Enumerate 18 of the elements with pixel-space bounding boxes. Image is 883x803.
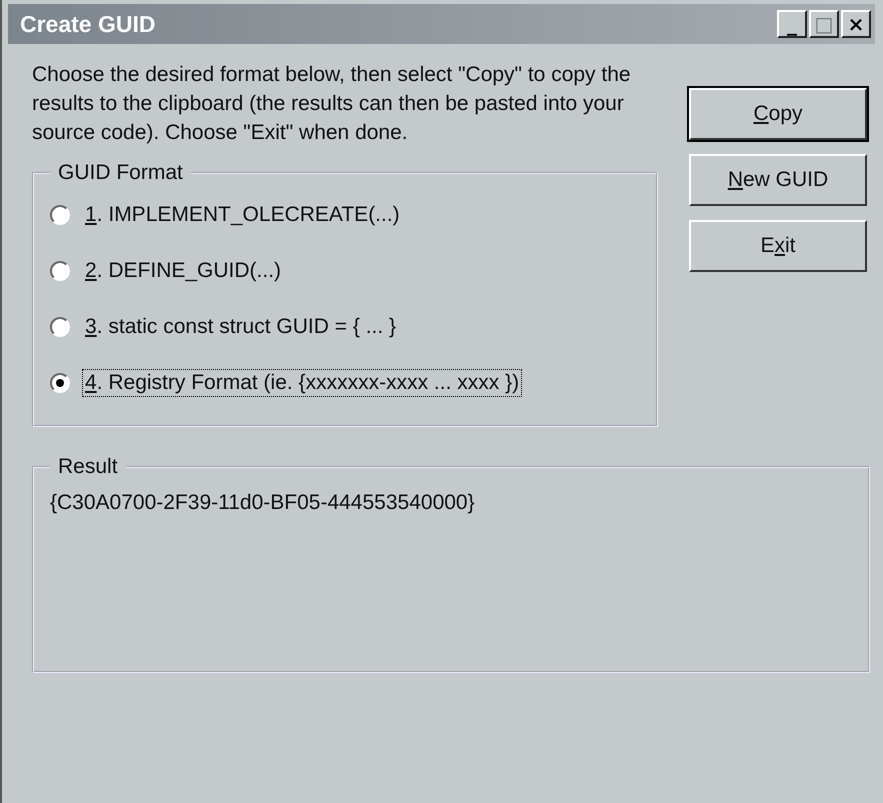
radio-button[interactable] <box>50 317 70 337</box>
group-title: Result <box>57 455 119 479</box>
group-title: GUID Format <box>57 161 184 185</box>
window-title: Create GUID <box>20 10 156 38</box>
option-label[interactable]: 4. Registry Format (ie. {xxxxxxx-xxxx ... xxxx }) <box>82 369 522 397</box>
dialog-button[interactable]: Copy <box>689 88 867 140</box>
dialog-button[interactable]: New GUID <box>689 154 867 206</box>
radio-button[interactable] <box>50 261 70 281</box>
option-label[interactable]: 3. static const struct GUID = { ... } <box>82 313 400 341</box>
option-label[interactable]: 2. DEFINE_GUID(...) <box>82 257 284 285</box>
dialog-button[interactable]: Exit <box>689 220 867 272</box>
result-text: {C30A0700-2F39-11d0-BF05-444553540000} <box>50 490 476 515</box>
close-button[interactable]: × <box>841 10 871 38</box>
minimize-button[interactable]: _ <box>777 10 807 38</box>
radio-button[interactable] <box>50 205 70 225</box>
option-label[interactable]: 1. IMPLEMENT_OLECREATE(...) <box>82 201 403 229</box>
instructions-text: Choose the desired format below, then select "Copy" to copy the results to the clipboard (the results can then be pasted into your source code). Choose "Exit" when done. <box>32 62 632 146</box>
radio-button[interactable] <box>50 373 70 393</box>
